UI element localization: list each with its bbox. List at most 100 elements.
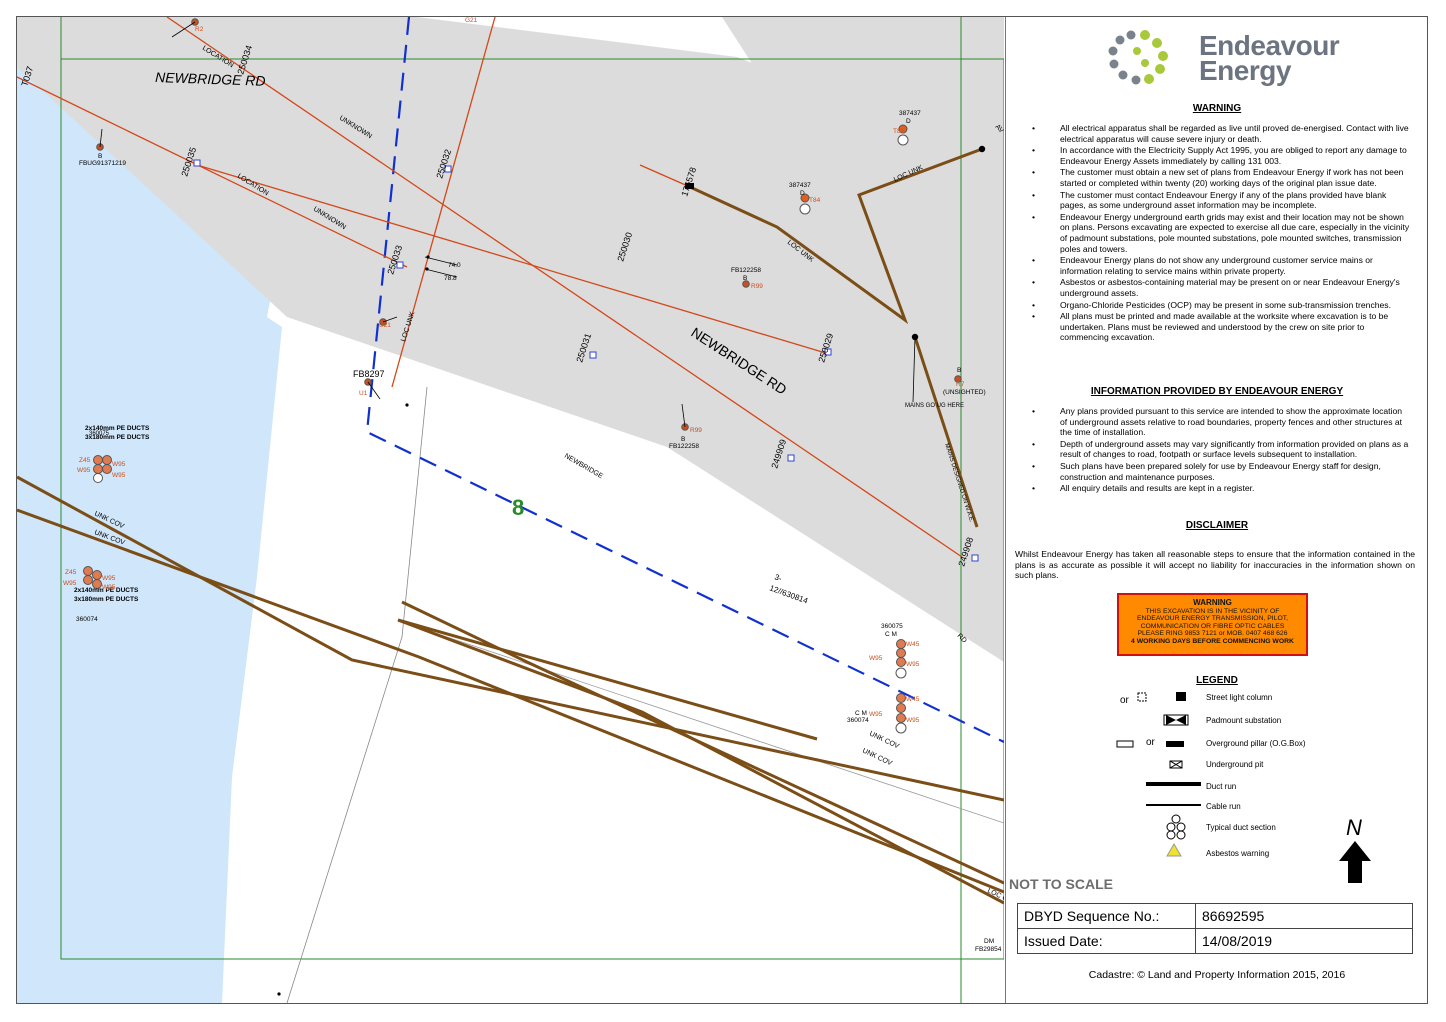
pole-code: T81 [893,128,905,135]
warning-item: Endeavour Energy plans do not show any u… [1032,255,1410,276]
warning-item: Endeavour Energy underground earth grids… [1032,212,1410,254]
legend-duct-run: Duct run [1206,782,1237,791]
warnbox-line: THIS EXCAVATION IS IN THE VICINITY OF [1145,607,1280,615]
logo-line2: Energy [1199,55,1291,86]
asset-id: FB122258 [731,267,761,274]
cadastre-credit: Cadastre: © Land and Property Informatio… [1088,969,1346,981]
legend-padmount: Padmount substation [1206,716,1282,725]
seq-label: DBYD Sequence No.: [1017,903,1196,929]
legend-heading: LEGEND [1196,675,1238,686]
measurement: 78.8 [444,275,457,282]
warnbox-line: 4 WORKING DAYS BEFORE COMMENCING WORK [1131,637,1294,645]
duct-code: W95 [869,711,883,718]
duct-code: W95 [102,584,116,591]
asset-id: DM [984,938,994,945]
asset-id: FB29854 [975,946,1002,953]
property-line [416,626,1004,824]
warning-item: Organo-Chloride Pesticides (OCP) may be … [1032,300,1410,311]
duct-code: C M [885,631,897,638]
legend-or: or [1120,695,1129,706]
info-item: Any plans provided pursuant to this serv… [1032,406,1410,438]
pole-code: U1 [359,390,368,397]
pole-code: R99 [751,283,763,290]
warning-list: All electrical apparatus shall be regard… [1032,123,1410,344]
pole-code: T84 [809,197,821,204]
pole-code: B [98,153,102,160]
duct-code: W95 [112,472,126,479]
warning-item: The customer must obtain a new set of pl… [1032,167,1410,188]
duct-code: W95 [102,575,116,582]
warnbox-line: PLEASE RING 9853 7121 or MOB. 0407 468 6… [1137,630,1288,638]
legend-symbols [1116,692,1201,857]
property-line [401,386,428,638]
legend-or: or [1146,737,1155,748]
asset-id: FB122258 [669,443,699,450]
duct-label: 3x180mm PE DUCTS [74,596,139,603]
seq-value: 86692595 [1195,903,1413,929]
not-to-scale: NOT TO SCALE [1009,876,1113,892]
pole-code: B [957,367,961,374]
table-row: Issued Date: 14/08/2019 [1017,928,1413,954]
measurement: 74.0 [448,262,461,269]
date-label: Issued Date: [1017,928,1196,954]
duct-code: W95 [906,717,920,724]
warning-item: The customer must contact Endeavour Ener… [1032,190,1410,211]
transmission-warning-box: WARNING THIS EXCAVATION IS IN THE VICINI… [1117,593,1308,656]
logo-icon [1108,30,1168,85]
legend-cable-run: Cable run [1206,802,1241,811]
legend-duct-section: Typical duct section [1206,823,1276,832]
lot-label: 3- [773,572,783,583]
asset-id: 387437 [899,110,921,117]
disclaimer-text: Whilst Endeavour Energy has taken all re… [1015,549,1415,581]
sheet-number: 8 [512,495,524,520]
logo-wordmark: Endeavour Energy [1199,32,1340,86]
north-arrow-icon [1339,841,1371,883]
warnbox-line: ENDEAVOUR ENERGY TRANSMISSION, PILOT, [1136,615,1289,623]
pole-code: B [681,436,685,443]
pole-code: R2 [195,26,204,33]
pole-code: G21 [465,17,478,24]
endeavour-logo: Endeavour Energy [1101,23,1341,93]
asset-id: 387437 [789,182,811,189]
duct-code: W95 [112,461,126,468]
info-item: Such plans have been prepared solely for… [1032,461,1410,482]
warning-item: Asbestos or asbestos-containing material… [1032,277,1410,298]
pole-code: B [743,275,747,282]
property-line [286,636,403,1003]
info-heading: INFORMATION PROVIDED BY ENDEAVOUR ENERGY [1090,386,1344,397]
warning-heading: WARNING [1192,103,1242,114]
unk-cov: UNK COV [868,730,900,750]
legend-pit: Underground pit [1206,760,1264,769]
info-panel: Endeavour Energy WARNING All electrical … [1005,17,1427,1003]
warnbox-title: WARNING [1193,598,1232,607]
pole-code: R7 [956,381,965,388]
north-label: N [1346,815,1362,840]
duct-code: C M [855,710,867,717]
loc-label: MAINS GO UG HERE [905,403,964,409]
dbyd-info-table: DBYD Sequence No.: 86692595 Issued Date:… [1017,903,1413,954]
unk-cov: UNK COV [861,747,893,767]
pole-code: R99 [690,427,702,434]
duct-code: W45 [906,641,920,648]
road-label-lower: NEWBRIDGE [563,453,604,481]
table-row: DBYD Sequence No.: 86692595 [1017,903,1413,929]
loc-label: (UNSIGHTED) [943,389,986,396]
duct-label: 360075 [89,431,110,437]
duct-code: W95 [906,661,920,668]
info-list: Any plans provided pursuant to this serv… [1032,406,1410,495]
warning-item: In accordance with the Electricity Suppl… [1032,145,1410,166]
mains-go-ug: MAINS GO UG HERE [905,403,964,409]
duct-code: W45 [906,696,920,703]
duct-code: W95 [869,655,883,662]
asset-id: 360075 [881,623,903,630]
lot-dp: 12//630814 [768,583,809,605]
duct-code: W95 [77,467,91,474]
asset-id: FB8297 [353,369,385,379]
disclaimer-heading: DISCLAIMER [1185,520,1249,531]
legend-street-light: Street light column [1206,693,1273,702]
legend-asbestos: Asbestos warning [1206,849,1270,858]
duct-code: Z45 [65,569,77,576]
date-value: 14/08/2019 [1195,928,1413,954]
pole-code: D [906,118,911,125]
info-item: All enquiry details and results are kept… [1032,483,1410,494]
